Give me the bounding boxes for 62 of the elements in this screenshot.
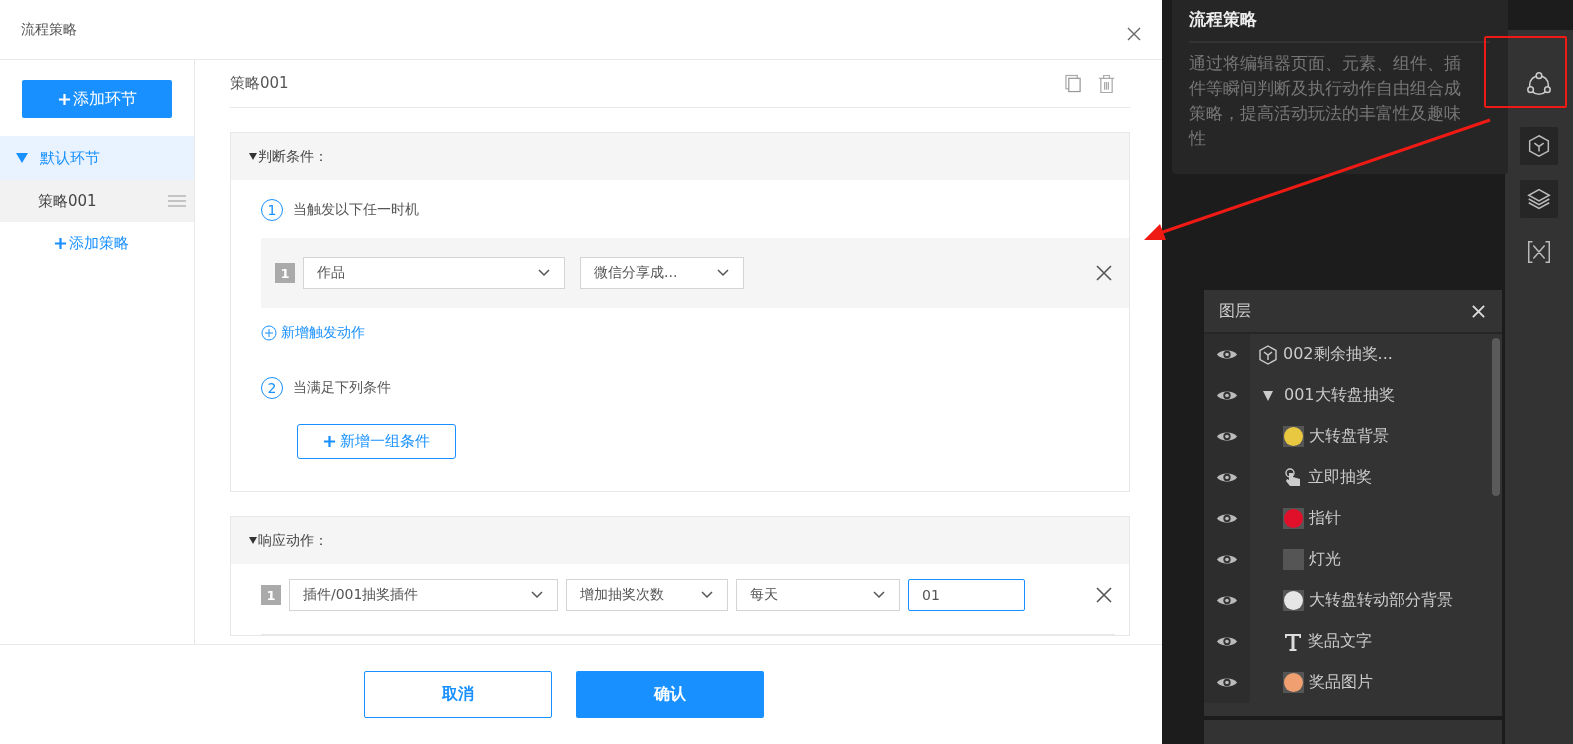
row-index: 1	[261, 585, 281, 605]
eye-icon[interactable]	[1216, 512, 1238, 525]
remove-icon[interactable]	[1096, 265, 1112, 281]
plus-icon	[323, 435, 336, 448]
eye-icon[interactable]	[1216, 594, 1238, 607]
thumbnail-icon	[1283, 590, 1304, 611]
layer-item[interactable]: 大转盘背景	[1250, 416, 1502, 457]
tooltip-title: 流程策略	[1189, 8, 1490, 43]
remove-icon[interactable]	[1096, 587, 1112, 603]
eye-icon[interactable]	[1216, 635, 1238, 648]
section-header[interactable]: 判断条件：	[231, 133, 1129, 180]
close-icon[interactable]	[1126, 25, 1142, 42]
eye-icon[interactable]	[1216, 553, 1238, 566]
strategy-name: 策略001	[230, 74, 289, 93]
eye-icon[interactable]	[1216, 348, 1238, 361]
dialog-title: 流程策略	[21, 20, 77, 39]
step-label: 当满足下列条件	[293, 379, 391, 397]
layer-item[interactable]: 002剩余抽奖...	[1250, 334, 1502, 375]
layer-item[interactable]: 奖品图片	[1250, 662, 1502, 703]
chevron-icon	[873, 591, 885, 599]
layer-item[interactable]: 立即抽奖	[1250, 457, 1502, 498]
tooltip-text: 通过将编辑器页面、元素、组件、插件等瞬间判断及执行动作自由组合成策略，提高活动玩法的丰富性及趣味性	[1189, 52, 1462, 150]
hand-icon	[1283, 467, 1303, 488]
eye-icon[interactable]	[1216, 676, 1238, 689]
chevron-icon	[701, 591, 713, 599]
layer-item[interactable]: 001大转盘抽奖	[1250, 375, 1502, 416]
circle-plus-icon	[261, 325, 277, 341]
select-field[interactable]: 插件/001抽奖插件	[289, 579, 558, 611]
row-index: 1	[275, 263, 295, 283]
layer-item[interactable]: 大转盘转动部分背景	[1250, 580, 1502, 621]
eye-icon[interactable]	[1216, 471, 1238, 484]
chevron-icon	[531, 591, 543, 599]
section-header[interactable]: 响应动作：	[231, 517, 1129, 564]
cube-icon	[1258, 344, 1278, 365]
step-label: 当触发以下任一时机	[293, 201, 419, 219]
chevron-icon	[717, 269, 729, 277]
select-field[interactable]: 微信分享成...	[580, 257, 744, 289]
copy-icon[interactable]	[1065, 73, 1082, 94]
select-field[interactable]: 增加抽奖次数	[566, 579, 728, 611]
eye-icon[interactable]	[1216, 389, 1238, 402]
plus-icon	[54, 237, 67, 250]
thumbnail-icon	[1283, 508, 1304, 529]
scrollbar[interactable]	[1492, 338, 1500, 496]
text-icon	[1283, 631, 1303, 652]
drag-handle-icon[interactable]	[168, 194, 186, 208]
thumbnail-icon	[1283, 426, 1304, 447]
select-field[interactable]: 每天	[736, 579, 900, 611]
select-field[interactable]: 作品	[303, 257, 565, 289]
thumbnail-icon	[1283, 672, 1304, 693]
eye-icon[interactable]	[1216, 430, 1238, 443]
panel-title: 图层	[1219, 300, 1251, 322]
cube-icon[interactable]	[1520, 127, 1558, 165]
layers-icon[interactable]	[1520, 180, 1558, 218]
chevron-icon	[538, 269, 550, 277]
strategy-item[interactable]: 策略001	[0, 180, 194, 222]
plus-icon	[57, 92, 71, 106]
layer-item[interactable]: 指针	[1250, 498, 1502, 539]
input-field[interactable]: 01	[908, 579, 1025, 611]
caret-icon[interactable]	[1263, 390, 1273, 401]
layer-item[interactable]: 奖品文字	[1250, 621, 1502, 662]
layer-item[interactable]: 灯光	[1250, 539, 1502, 580]
thumbnail-icon	[1283, 549, 1304, 570]
